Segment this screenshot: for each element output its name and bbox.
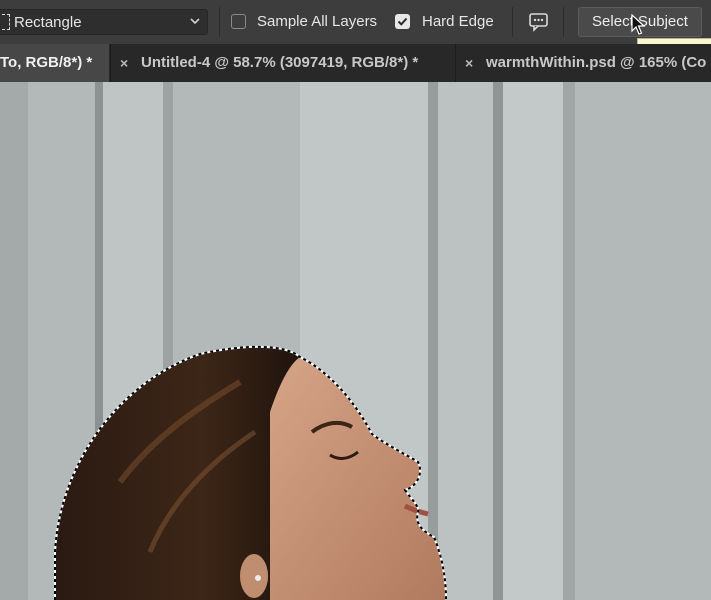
rectangular-marquee-icon [2, 14, 10, 30]
photo-image [0, 82, 711, 600]
selection-mode-select[interactable]: Rectangle [0, 9, 208, 35]
tab-warmth-within[interactable]: × warmthWithin.psd @ 165% (Co [455, 44, 711, 82]
separator [219, 7, 220, 37]
tab-title: warmthWithin.psd @ 165% (Co [486, 54, 707, 71]
chevron-down-icon [190, 18, 200, 25]
tab-title: To, RGB/8*) * [0, 54, 93, 71]
hard-edge-checkbox[interactable] [395, 14, 410, 29]
sample-all-layers-label: Sample All Layers [257, 13, 378, 30]
close-icon[interactable]: × [120, 44, 128, 82]
close-icon[interactable]: × [465, 44, 473, 82]
mouse-cursor-icon [631, 14, 646, 35]
speech-bubble-icon[interactable] [528, 11, 550, 33]
options-bar: Rectangle Sample All Layers Hard Edge Se… [0, 0, 711, 44]
separator [563, 7, 564, 37]
document-canvas[interactable] [0, 82, 711, 600]
document-tab-bar: To, RGB/8*) * × Untitled-4 @ 58.7% (3097… [0, 44, 711, 82]
sample-all-layers-checkbox[interactable] [231, 14, 246, 29]
tab-active-document[interactable]: To, RGB/8*) * [0, 44, 109, 82]
separator [512, 7, 513, 37]
tab-title: Untitled-4 @ 58.7% (3097419, RGB/8*) * [141, 54, 419, 71]
hard-edge-label: Hard Edge [422, 13, 494, 30]
selection-mode-value: Rectangle [14, 14, 82, 31]
checkmark-icon [397, 17, 408, 26]
tab-untitled-4[interactable]: × Untitled-4 @ 58.7% (3097419, RGB/8*) * [110, 44, 454, 82]
